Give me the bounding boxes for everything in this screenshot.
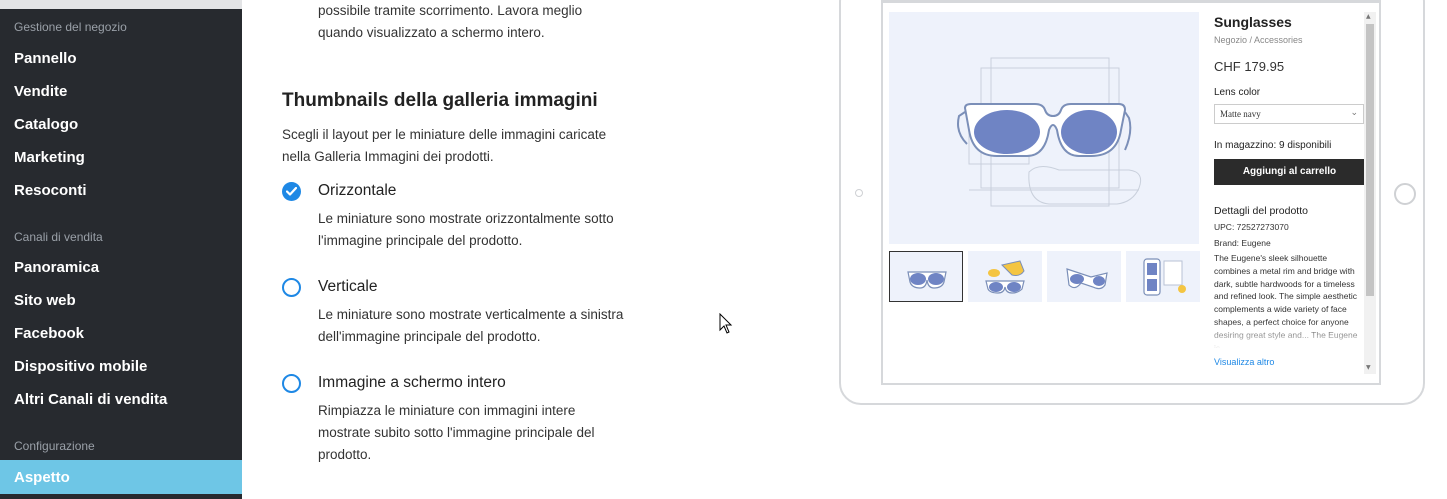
option-label[interactable]: Immagine a schermo intero: [318, 374, 506, 392]
product-thumbnail[interactable]: [889, 251, 963, 302]
details-title: Dettagli del prodotto: [1214, 205, 1308, 217]
product-thumbnail[interactable]: [1126, 251, 1200, 302]
product-title: Sunglasses: [1214, 14, 1292, 30]
sidebar-section-title: Gestione del negozio: [14, 20, 127, 34]
radio-schermo-intero[interactable]: [282, 374, 301, 393]
tablet-camera-dot: [855, 189, 863, 197]
scroll-up-arrow-icon[interactable]: ▲: [1366, 13, 1371, 20]
sidebar-top-strip: [0, 0, 242, 9]
sidebar-section-title: Canali di vendita: [14, 230, 103, 244]
sidebar-item-aspetto[interactable]: Aspetto: [0, 460, 242, 494]
add-to-cart-button[interactable]: Aggiungi al carrello: [1214, 159, 1365, 185]
sunglasses-icon: [985, 260, 1025, 294]
product-thumbnail[interactable]: [1047, 251, 1121, 302]
tablet-screen-edge: [883, 0, 1379, 3]
option-label[interactable]: Verticale: [318, 278, 377, 296]
sidebar: [0, 0, 242, 499]
product-upc: UPC: 72527273070: [1214, 222, 1289, 232]
sidebar-item-pannello[interactable]: Pannello: [14, 50, 77, 67]
option-label[interactable]: Orizzontale: [318, 182, 396, 200]
product-brand: Brand: Eugene: [1214, 238, 1271, 248]
sidebar-item-label: Aspetto: [14, 469, 70, 486]
stock-status: In magazzino: 9 disponibili: [1214, 140, 1332, 151]
show-more-link[interactable]: Visualizza altro: [1214, 357, 1274, 367]
section-description: Scegli il layout per le miniature delle …: [282, 127, 607, 142]
product-thumbnail[interactable]: [968, 251, 1042, 302]
select-value: Matte navy: [1220, 109, 1261, 119]
sidebar-item-panoramica[interactable]: Panoramica: [14, 259, 99, 276]
radio-verticale[interactable]: [282, 278, 301, 297]
option-description: Rimpiazza le miniature con immagini inte…: [318, 403, 576, 418]
description-fade: [1214, 322, 1358, 350]
option-description: prodotto.: [318, 447, 372, 462]
chevron-down-icon: ⌄: [1350, 107, 1358, 117]
cursor-icon: [719, 313, 733, 334]
sidebar-section-title: Configurazione: [14, 439, 95, 453]
sidebar-item-sito-web[interactable]: Sito web: [14, 292, 76, 309]
lens-color-select[interactable]: Matte navy ⌄: [1214, 104, 1364, 124]
section-description: nella Galleria Immagini dei prodotti.: [282, 149, 494, 164]
intro-text-line: quando visualizzato a schermo intero.: [318, 25, 545, 40]
option-description: dell'immagine principale del prodotto.: [318, 329, 541, 344]
sunglasses-icon: [907, 271, 947, 289]
sidebar-item-facebook[interactable]: Facebook: [14, 325, 84, 342]
section-title: Thumbnails della galleria immagini: [282, 90, 598, 111]
option-description: l'immagine principale del prodotto.: [318, 233, 523, 248]
breadcrumb[interactable]: Negozio / Accessories: [1214, 35, 1303, 45]
radio-orizzontale[interactable]: [282, 182, 301, 201]
intro-text-line: possibile tramite scorrimento. Lavora me…: [318, 3, 583, 18]
sunglasses-icon: [1143, 258, 1186, 296]
sidebar-item-marketing[interactable]: Marketing: [14, 149, 85, 166]
sunglasses-icon: [1066, 268, 1108, 290]
product-price: CHF 179.95: [1214, 59, 1285, 74]
sidebar-item-dispositivo-mobile[interactable]: Dispositivo mobile: [14, 358, 147, 375]
checkmark-icon: [286, 187, 297, 196]
lens-color-label: Lens color: [1214, 87, 1261, 98]
preview-scrollbar-thumb[interactable]: [1366, 24, 1374, 296]
product-main-image[interactable]: [889, 12, 1199, 244]
sunglasses-icon: [957, 57, 1142, 207]
option-description: mostrate subito sotto l'immagine princip…: [318, 425, 595, 440]
sidebar-item-resoconti[interactable]: Resoconti: [14, 182, 87, 199]
option-description: Le miniature sono mostrate verticalmente…: [318, 307, 624, 322]
sidebar-item-vendite[interactable]: Vendite: [14, 83, 67, 100]
sidebar-item-altri-canali[interactable]: Altri Canali di vendita: [14, 391, 167, 408]
tablet-home-button: [1394, 183, 1416, 205]
sidebar-item-catalogo[interactable]: Catalogo: [14, 116, 78, 133]
option-description: Le miniature sono mostrate orizzontalmen…: [318, 211, 614, 226]
scroll-down-arrow-icon[interactable]: ▼: [1366, 364, 1371, 371]
